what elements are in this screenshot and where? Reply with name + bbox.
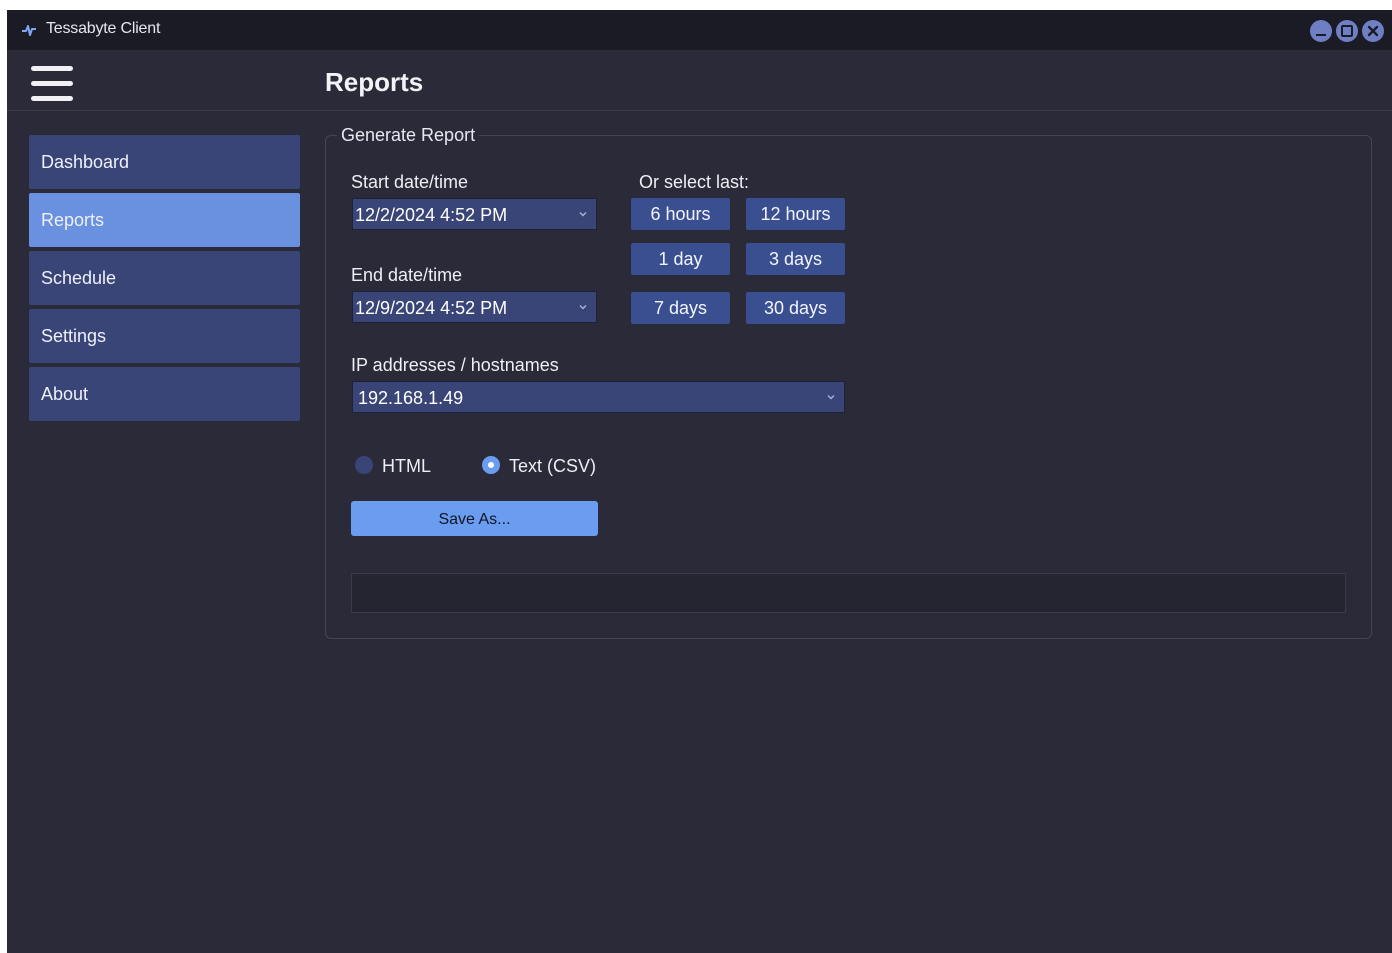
maximize-icon	[1341, 25, 1353, 37]
last-1-day-button[interactable]: 1 day	[631, 243, 730, 275]
minimize-button[interactable]	[1310, 20, 1332, 42]
group-title: Generate Report	[337, 125, 480, 146]
window-title: Tessabyte Client	[46, 20, 161, 37]
format-csv-radio[interactable]	[482, 456, 500, 474]
last-6-hours-button[interactable]: 6 hours	[631, 198, 730, 230]
page-title: Reports	[325, 67, 424, 97]
sidebar-item-dashboard[interactable]: Dashboard	[29, 135, 300, 189]
quick-select-label: Or select last:	[639, 172, 750, 192]
sidebar-item-schedule[interactable]: Schedule	[29, 251, 300, 305]
minimize-icon	[1316, 34, 1326, 36]
end-date-picker[interactable]: 12/9/2024 4:52 PM	[352, 291, 597, 323]
close-icon	[1367, 25, 1379, 37]
sidebar-item-settings[interactable]: Settings	[29, 309, 300, 363]
end-date-label: End date/time	[351, 265, 463, 285]
title-bar[interactable]: Tessabyte Client	[7, 10, 1392, 50]
status-output-box	[351, 573, 1346, 613]
close-button[interactable]	[1362, 20, 1384, 42]
format-html-radio[interactable]	[355, 456, 373, 474]
chevron-down-icon	[579, 212, 587, 217]
last-30-days-button[interactable]: 30 days	[746, 292, 845, 324]
start-date-label: Start date/time	[351, 172, 469, 192]
format-html-label[interactable]: HTML	[382, 456, 431, 477]
chevron-down-icon	[579, 305, 587, 310]
start-date-value: 12/2/2024 4:52 PM	[355, 205, 508, 225]
pulse-icon	[22, 25, 36, 36]
header-divider	[7, 110, 1392, 111]
ip-label: IP addresses / hostnames	[351, 355, 559, 375]
hamburger-menu-icon[interactable]	[31, 66, 73, 102]
save-as-button[interactable]: Save As...	[351, 501, 598, 536]
ip-address-select[interactable]: 192.168.1.49	[352, 381, 845, 413]
start-date-picker[interactable]: 12/2/2024 4:52 PM	[352, 198, 597, 230]
chevron-down-icon	[827, 395, 835, 400]
sidebar-item-reports[interactable]: Reports	[29, 193, 300, 247]
maximize-button[interactable]	[1336, 20, 1358, 42]
app-window: Tessabyte Client Reports Dashboard Repor…	[7, 10, 1392, 953]
end-date-value: 12/9/2024 4:52 PM	[355, 298, 508, 318]
sidebar-item-about[interactable]: About	[29, 367, 300, 421]
last-3-days-button[interactable]: 3 days	[746, 243, 845, 275]
format-csv-label[interactable]: Text (CSV)	[509, 456, 596, 477]
last-12-hours-button[interactable]: 12 hours	[746, 198, 845, 230]
last-7-days-button[interactable]: 7 days	[631, 292, 730, 324]
ip-address-value: 192.168.1.49	[358, 388, 464, 408]
